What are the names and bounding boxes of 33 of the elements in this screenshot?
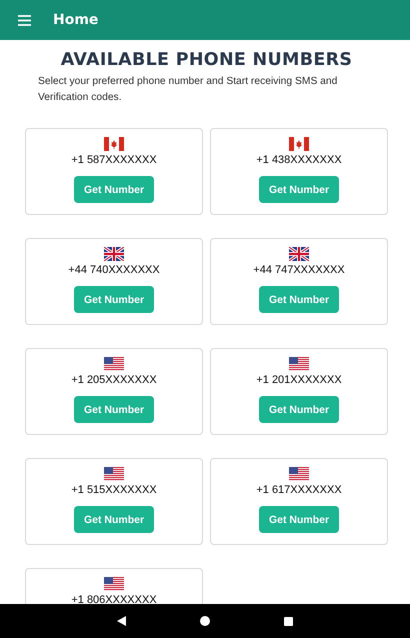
- canada-flag-icon: [104, 137, 124, 151]
- phone-number: +1 201XXXXXXX: [256, 374, 342, 386]
- canada-flag-icon: [289, 137, 309, 151]
- us-flag-icon: [104, 467, 124, 481]
- uk-flag-icon: [104, 247, 124, 261]
- get-number-button[interactable]: Get Number: [259, 286, 339, 313]
- phone-number: +1 806XXXXXXX: [71, 594, 157, 604]
- phone-number: +1 617XXXXXXX: [256, 484, 342, 496]
- get-number-button[interactable]: Get Number: [259, 176, 339, 203]
- home-icon[interactable]: [200, 616, 210, 626]
- phone-number: +1 587XXXXXXX: [71, 154, 157, 166]
- menu-icon[interactable]: [18, 14, 31, 26]
- recents-icon[interactable]: [284, 616, 293, 626]
- us-flag-icon: [104, 357, 124, 371]
- us-flag-icon: [289, 467, 309, 481]
- app-title: Home: [53, 12, 98, 28]
- phone-number: +1 438XXXXXXX: [256, 154, 342, 166]
- us-flag-icon: [104, 577, 124, 591]
- get-number-button[interactable]: Get Number: [74, 396, 154, 423]
- get-number-button[interactable]: Get Number: [74, 506, 154, 533]
- page-subtitle: Select your preferred phone number and Start receiving SMS and Verification codes.: [38, 75, 338, 105]
- phone-number: +1 515XXXXXXX: [71, 484, 157, 496]
- get-number-button[interactable]: Get Number: [74, 286, 154, 313]
- us-flag-icon: [289, 357, 309, 371]
- page-heading: AVAILABLE PHONE NUMBERS: [60, 50, 354, 70]
- get-number-button[interactable]: Get Number: [259, 506, 339, 533]
- get-number-button[interactable]: Get Number: [259, 396, 339, 423]
- get-number-button[interactable]: Get Number: [74, 176, 154, 203]
- phone-number: +44 740XXXXXXX: [68, 264, 160, 276]
- phone-number: +44 747XXXXXXX: [253, 264, 345, 276]
- uk-flag-icon: [289, 247, 309, 261]
- phone-number: +1 205XXXXXXX: [71, 374, 157, 386]
- back-icon[interactable]: [117, 616, 126, 626]
